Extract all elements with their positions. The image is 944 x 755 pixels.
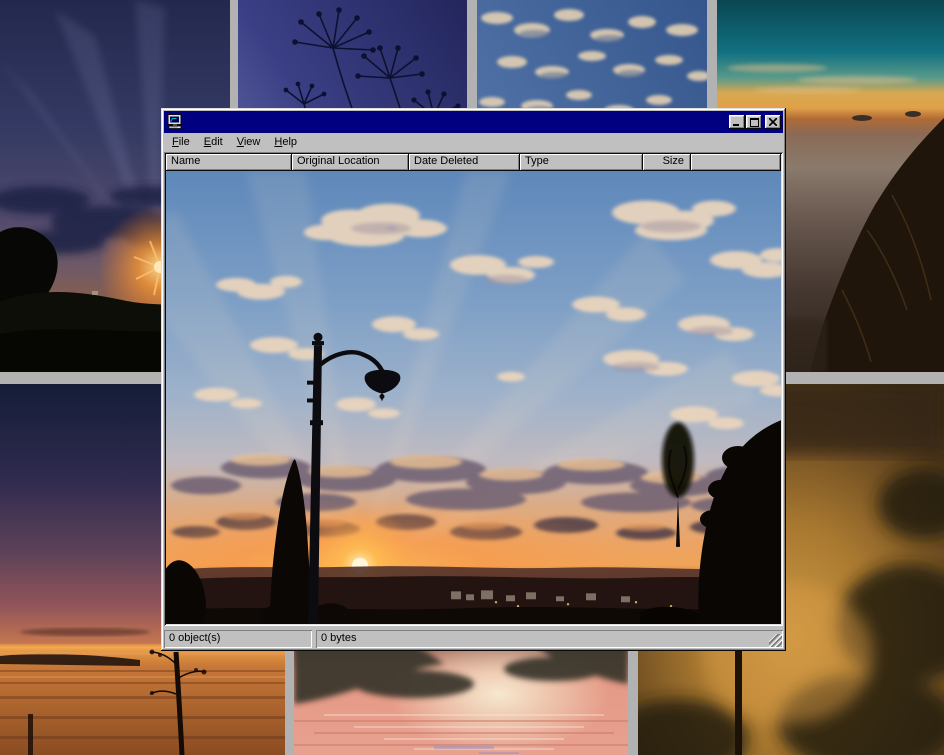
status-byte-count: 0 bytes (316, 630, 783, 648)
column-header-date-deleted[interactable]: Date Deleted (409, 154, 520, 171)
menu-edit[interactable]: Edit (197, 134, 230, 151)
list-view: Name Original Location Date Deleted Type… (164, 152, 783, 626)
menu-view[interactable]: View (230, 134, 268, 151)
column-header-name[interactable]: Name (166, 154, 292, 171)
close-icon (769, 118, 777, 126)
status-object-count: 0 object(s) (164, 630, 312, 648)
column-header-filler (691, 154, 781, 171)
resize-grip[interactable] (769, 634, 782, 647)
maximize-icon (750, 118, 759, 127)
title-bar[interactable] (164, 111, 783, 133)
computer-icon[interactable] (167, 114, 183, 130)
list-area-empty[interactable] (166, 171, 781, 624)
column-header-original-location[interactable]: Original Location (292, 154, 409, 171)
photo-street-lamp-sunset (166, 171, 781, 624)
maximize-button[interactable] (746, 115, 762, 129)
minimize-button[interactable] (729, 115, 745, 129)
menu-help[interactable]: Help (267, 134, 304, 151)
menu-bar: File Edit View Help (164, 133, 783, 152)
menu-file[interactable]: File (165, 134, 197, 151)
column-header-size[interactable]: Size (643, 154, 691, 171)
close-button[interactable] (765, 115, 781, 129)
minimize-icon (733, 118, 741, 127)
column-headers: Name Original Location Date Deleted Type… (166, 154, 781, 171)
column-header-type[interactable]: Type (520, 154, 643, 171)
recycle-bin-window: File Edit View Help Name Original Locati… (161, 108, 786, 651)
desktop: { "window": { "title": "", "icon": "comp… (0, 0, 944, 755)
status-bar: 0 object(s) 0 bytes (164, 628, 783, 648)
